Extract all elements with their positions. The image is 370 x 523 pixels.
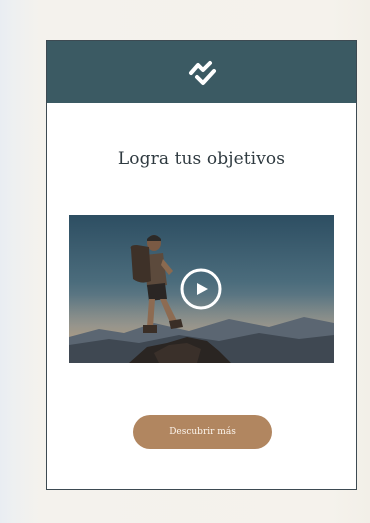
card-header [47,41,356,103]
email-card: Logra tus objetivos Descubrir más [46,40,357,490]
video-thumbnail[interactable] [69,215,334,363]
headline: Logra tus objetivos [117,149,286,169]
discover-more-button[interactable]: Descubrir más [133,415,272,449]
play-circle-icon[interactable] [179,267,223,311]
logo-icon [189,61,216,85]
